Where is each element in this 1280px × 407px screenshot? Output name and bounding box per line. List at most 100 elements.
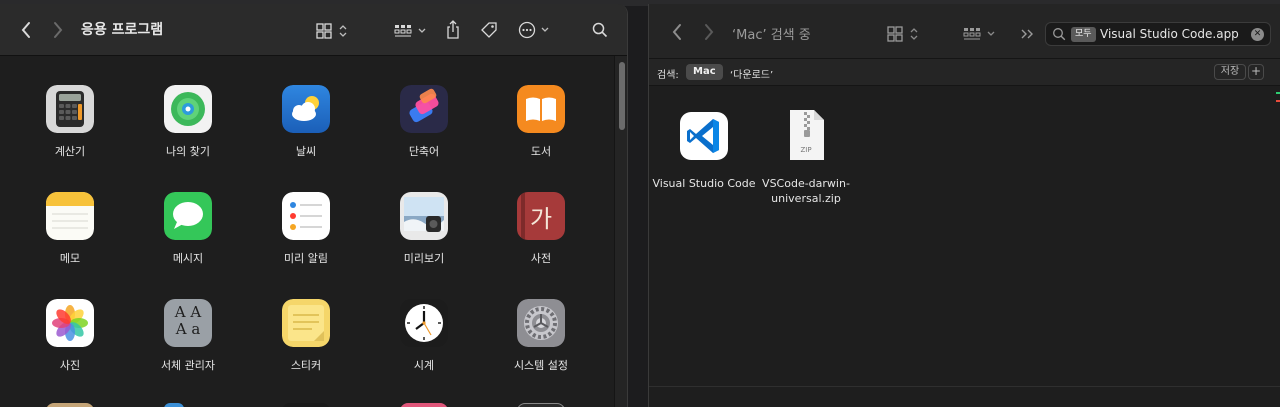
app-label: 나의 찾기: [166, 145, 210, 158]
app-label: 미리보기: [403, 252, 445, 265]
app-label: 메모: [59, 252, 81, 265]
dictionary-icon: 가: [517, 192, 565, 240]
app-item[interactable]: 단축어: [369, 85, 479, 185]
view-mode-button[interactable]: [314, 20, 350, 42]
app-label: 도서: [530, 145, 552, 158]
scope-label: 검색:: [657, 70, 679, 81]
more-toolbar-items-button[interactable]: [1017, 24, 1037, 44]
vertical-scrollbar[interactable]: [614, 56, 627, 407]
app-item[interactable]: 시계: [369, 299, 479, 399]
forward-button[interactable]: [699, 20, 719, 44]
app-icon-partial: [282, 403, 330, 407]
zip-file-icon: ZIP: [782, 110, 830, 160]
updown-chevron-icon: [910, 28, 918, 40]
applications-grid: 계산기 나의 찾기 날씨 단축어 도서 메모 메시지 미리 알림 미리보기 가 …: [0, 56, 614, 407]
more-actions-button[interactable]: [516, 19, 552, 41]
add-criteria-button[interactable]: +: [1248, 64, 1264, 80]
search-scope-bar: 검색: Mac ‘다운로드’ 저장 +: [649, 58, 1280, 86]
path-bar: [649, 386, 1280, 407]
chevron-down-icon: [418, 28, 425, 33]
search-icon: [1053, 28, 1066, 41]
app-item[interactable]: 계산기: [15, 85, 125, 185]
ellipsis-circle-icon: [518, 21, 536, 39]
scope-downloads-button[interactable]: ‘다운로드’: [730, 66, 773, 81]
messages-icon: [164, 192, 212, 240]
app-label: 시계: [413, 359, 435, 372]
result-label: VSCode-darwin-universal.zip: [762, 177, 850, 205]
app-icon-partial: [164, 403, 184, 407]
background-window-edge: [1276, 92, 1280, 106]
search-scope-token[interactable]: 모두: [1071, 27, 1096, 42]
zip-badge: ZIP: [800, 146, 812, 154]
calculator-icon: [46, 85, 94, 133]
save-search-button[interactable]: 저장: [1214, 64, 1246, 80]
app-item[interactable]: A A A a 서체 관리자: [133, 299, 243, 399]
stickies-icon: [282, 299, 330, 347]
finder-window-search: ‘Mac’ 검색 중 모두 Visual Studio Code.app ✕ 검…: [648, 4, 1280, 407]
share-button[interactable]: [442, 18, 464, 42]
app-label: 메시지: [172, 252, 204, 265]
group-by-button[interactable]: [392, 20, 428, 42]
app-label: 미리 알림: [284, 252, 328, 265]
app-icon-partial: [400, 403, 448, 407]
app-item[interactable]: 스티커: [251, 299, 361, 399]
app-label: 날씨: [295, 145, 317, 158]
grid-view-icon: [316, 23, 332, 39]
system-settings-icon: [517, 299, 565, 347]
search-icon: [592, 22, 608, 38]
app-label: 사진: [59, 359, 81, 372]
back-button[interactable]: [16, 18, 36, 42]
search-button[interactable]: [590, 19, 610, 41]
back-button[interactable]: [667, 20, 687, 44]
app-item[interactable]: 나의 찾기: [133, 85, 243, 185]
app-item[interactable]: 메모: [15, 192, 125, 292]
window-title: 응용 프로그램: [81, 22, 164, 38]
chevron-right-icon: [54, 22, 63, 38]
clear-search-button[interactable]: ✕: [1251, 28, 1264, 41]
notes-icon: [46, 192, 94, 240]
tag-icon: [481, 22, 497, 38]
chevron-right-icon: [705, 24, 714, 40]
toolbar: ‘Mac’ 검색 중 모두 Visual Studio Code.app ✕: [649, 4, 1280, 58]
chevron-down-icon: [541, 27, 549, 32]
group-by-button[interactable]: [961, 23, 997, 45]
grid-view-icon: [887, 26, 903, 42]
scrollbar-thumb[interactable]: [619, 62, 625, 130]
app-item[interactable]: 사진: [15, 299, 125, 399]
forward-button[interactable]: [48, 18, 68, 42]
app-item[interactable]: 시스템 설정: [486, 299, 596, 399]
window-title: ‘Mac’ 검색 중: [732, 28, 811, 43]
app-item[interactable]: 가 사전: [486, 192, 596, 292]
app-item[interactable]: 미리 알림: [251, 192, 361, 292]
app-icon-partial: [46, 403, 94, 407]
app-label: 단축어: [408, 145, 440, 158]
tag-button[interactable]: [478, 19, 500, 41]
app-label: 계산기: [54, 145, 86, 158]
find-my-icon: [164, 85, 212, 133]
app-item[interactable]: 메시지: [133, 192, 243, 292]
weather-icon: [282, 85, 330, 133]
app-label: 서체 관리자: [160, 359, 216, 372]
font-book-icon: A A A a: [164, 299, 212, 347]
clock-icon: [400, 299, 448, 347]
books-icon: [517, 85, 565, 133]
app-label: 사전: [530, 252, 552, 265]
double-chevron-right-icon: [1021, 29, 1033, 39]
font-book-glyphs: A A A a: [174, 303, 202, 338]
search-input[interactable]: Visual Studio Code.app: [1100, 27, 1239, 41]
result-item[interactable]: ZIP VSCode-darwin-universal.zip: [751, 86, 861, 205]
preview-icon: [400, 192, 448, 240]
app-icon-partial: [517, 403, 565, 407]
view-mode-button[interactable]: [885, 23, 921, 45]
shortcuts-icon: [400, 85, 448, 133]
toolbar: 응용 프로그램: [0, 4, 627, 56]
group-grid-icon: [394, 25, 411, 37]
scope-mac-button[interactable]: Mac: [686, 64, 723, 80]
search-field[interactable]: 모두 Visual Studio Code.app ✕: [1045, 22, 1271, 46]
app-item[interactable]: 미리보기: [369, 192, 479, 292]
app-item[interactable]: 도서: [486, 85, 596, 185]
result-label: Visual Studio Code: [652, 177, 756, 190]
app-item[interactable]: 날씨: [251, 85, 361, 185]
app-label: 시스템 설정: [513, 359, 569, 372]
result-item[interactable]: Visual Studio Code: [649, 86, 759, 196]
